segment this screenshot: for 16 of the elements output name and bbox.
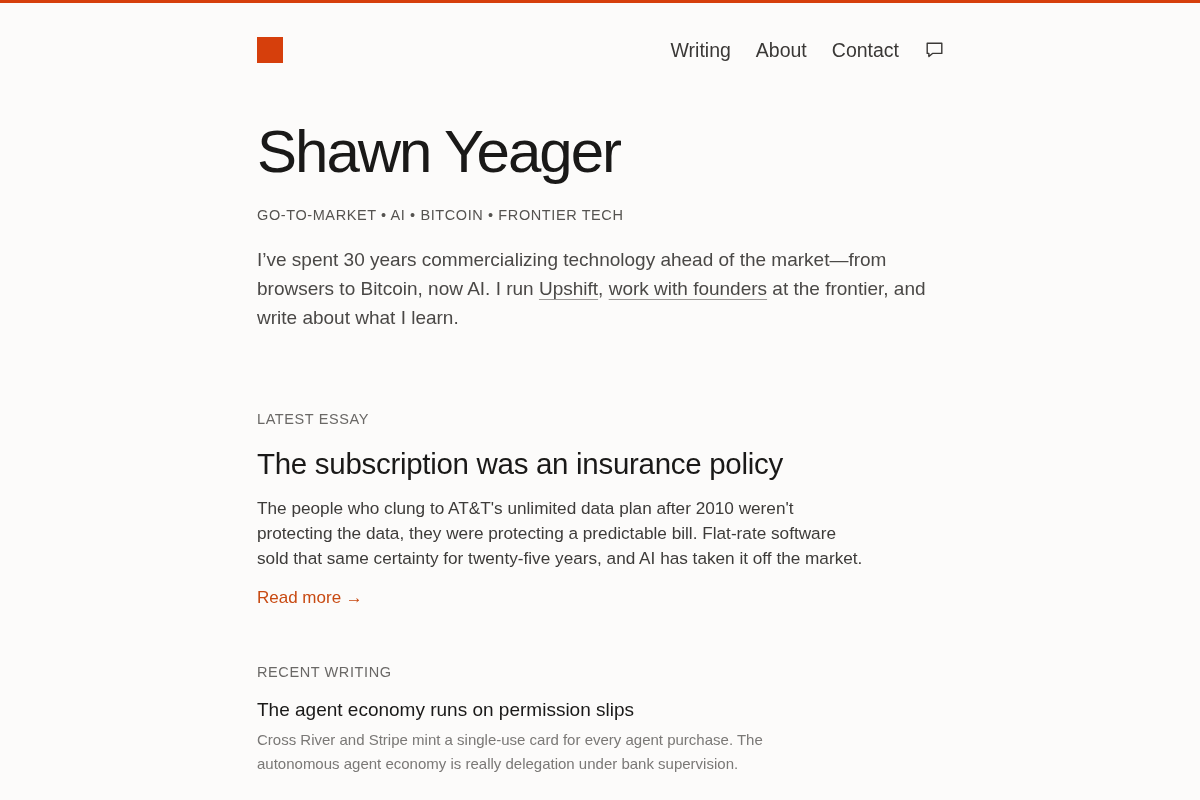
post-summary: Cross River and Stripe mint a single-use card for every agent purchase. The autonomous agent economy is really delegation under bank supervision. [257, 730, 764, 774]
read-more-link[interactable]: Read more → [257, 586, 363, 610]
inline-link[interactable]: work with founders [608, 278, 768, 299]
author-name-heading: Shawn Yeager [257, 119, 620, 185]
nav-link[interactable]: Contact [831, 37, 899, 63]
section-label: RECENT WRITING [257, 663, 392, 682]
essay-summary: The people who clung to AT&T's unlimited data plan after 2010 weren't protecting the data, they were protecting a predictable bill. Flat-rate software sold that same certainty for twenty-five years, and AI has taken it off the market. [257, 496, 864, 570]
chat-bubble-icon[interactable] [926, 42, 943, 58]
nav-link[interactable]: About [755, 37, 807, 63]
tagline-text: GO-TO-MARKET • AI • BITCOIN • FRONTIER TECH [257, 206, 624, 225]
section-label: LATEST ESSAY [257, 410, 369, 429]
nav-link[interactable]: Writing [670, 37, 731, 63]
essay-title[interactable]: The subscription was an insurance policy [257, 445, 783, 483]
bio-paragraph: I’ve spent 30 years commercializing technology ahead of the market—from browsers to Bitcoin, now AI. I run Upshift, work with founders at the frontier, and write about what I learn. [257, 248, 927, 330]
post-title[interactable]: The agent economy runs on permission slips [257, 697, 635, 723]
inline-link[interactable]: Upshift [538, 278, 599, 299]
